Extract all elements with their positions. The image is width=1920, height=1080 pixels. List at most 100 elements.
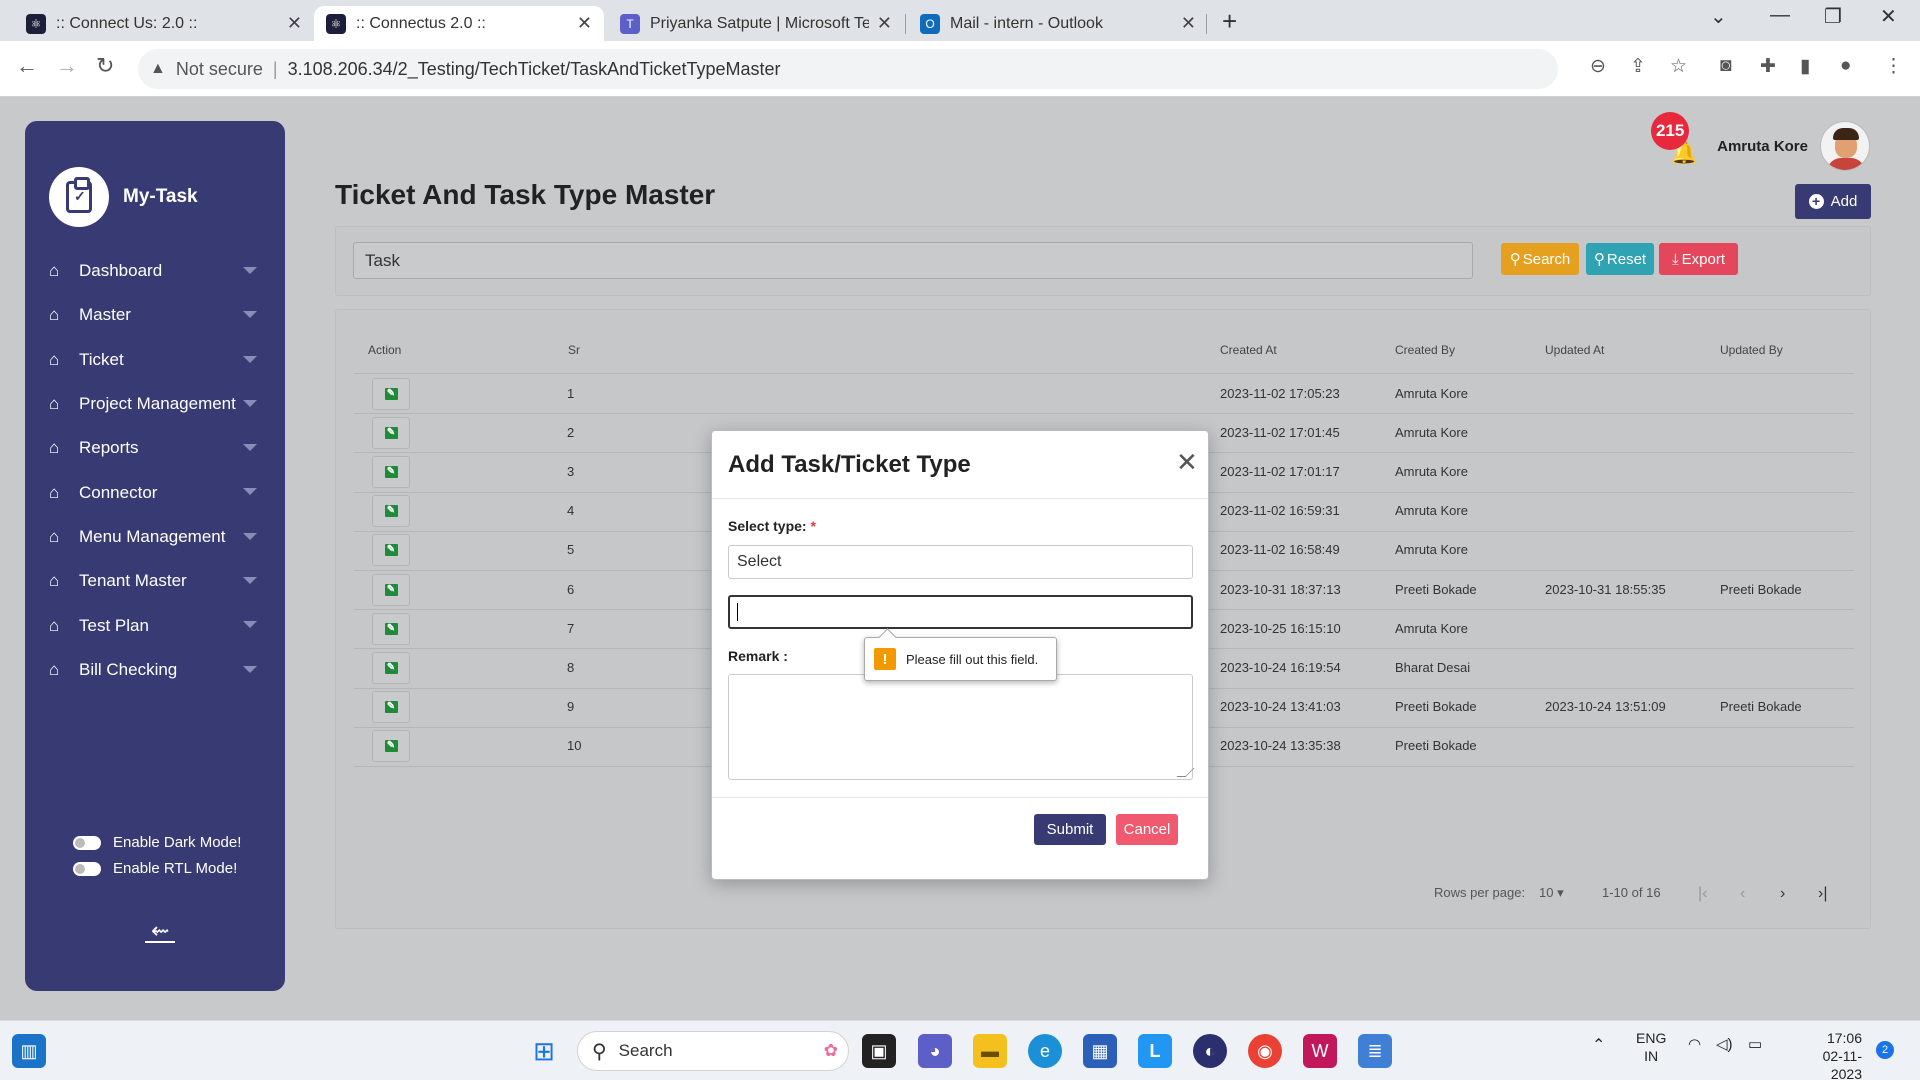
close-tab-icon[interactable]: ✕ [877, 13, 892, 34]
extension-mask-icon[interactable]: ◙ [1720, 55, 1731, 77]
close-window-icon[interactable]: ✕ [1880, 4, 1897, 29]
first-page-icon[interactable]: |‹ [1698, 885, 1707, 903]
column-header-sr[interactable]: Sr [568, 343, 580, 357]
submit-button[interactable]: Submit [1034, 814, 1106, 845]
clock[interactable]: 17:06 02-11-2023 [1792, 1029, 1862, 1080]
edit-button[interactable]: ✎ [372, 495, 410, 528]
edit-button[interactable]: ✎ [372, 534, 410, 567]
edit-button[interactable]: ✎ [372, 691, 410, 724]
url-bar[interactable]: ▲ Not secure | 3.108.206.34/2_Testing/Te… [138, 49, 1558, 89]
language-indicator[interactable]: ENG IN [1636, 1029, 1666, 1065]
wifi-icon[interactable]: ◠ [1688, 1035, 1701, 1053]
next-page-icon[interactable]: › [1780, 885, 1785, 903]
sidebar-item-ticket[interactable]: ⌂ Ticket [25, 338, 285, 382]
sidebar-item-menu-management[interactable]: ⌂ Menu Management [25, 515, 285, 559]
reload-icon[interactable]: ↻ [96, 53, 114, 79]
edit-button[interactable]: ✎ [372, 377, 410, 410]
type-name-input[interactable] [728, 595, 1193, 629]
eclipse-icon[interactable]: ◐ [1193, 1034, 1227, 1068]
collapse-sidebar-icon[interactable]: ⇜ [145, 920, 176, 943]
l-app-icon[interactable]: L [1138, 1034, 1172, 1068]
bookmark-star-icon[interactable]: ☆ [1670, 55, 1687, 78]
edit-button[interactable]: ✎ [372, 573, 410, 606]
brand[interactable]: My-Task [49, 167, 198, 227]
dark-mode-toggle[interactable] [73, 835, 101, 850]
prev-page-icon[interactable]: ‹ [1740, 885, 1745, 903]
store-icon[interactable]: ▦ [1083, 1034, 1117, 1068]
taskbar-search[interactable]: ⚲ Search ✿ [577, 1031, 849, 1071]
search-input[interactable]: Task [353, 242, 1473, 279]
chrome-icon[interactable]: ◉ [1248, 1034, 1282, 1068]
task-view-icon[interactable]: ▣ [862, 1034, 896, 1068]
extensions-puzzle-icon[interactable]: ✚ [1760, 55, 1776, 78]
minimize-icon[interactable]: — [1770, 4, 1790, 27]
cell-created-by: Preeti Bokade [1395, 581, 1477, 597]
tab-search-chevron-icon[interactable]: ⌄ [1710, 4, 1727, 29]
browser-tab[interactable]: O Mail - intern - Outlook ✕ [908, 6, 1208, 41]
rtl-mode-toggle[interactable] [73, 861, 101, 876]
dark-mode-label: Enable Dark Mode! [113, 834, 242, 851]
volume-icon[interactable]: ◁) [1716, 1035, 1733, 1053]
edge-icon[interactable]: e [1028, 1034, 1062, 1068]
sidebar-item-project-management[interactable]: ⌂ Project Management [25, 382, 285, 426]
wps-icon[interactable]: W [1303, 1034, 1337, 1068]
edit-button[interactable]: ✎ [372, 612, 410, 645]
sidebar-item-label: Dashboard [79, 261, 163, 281]
browser-tab[interactable]: ⚛ :: Connect Us: 2.0 :: ✕ [14, 6, 314, 41]
windows-start-icon[interactable]: ⊞ [527, 1034, 561, 1068]
file-explorer-icon[interactable]: ▬ [973, 1034, 1007, 1068]
notification-center-badge[interactable]: 2 [1876, 1041, 1894, 1059]
last-page-icon[interactable]: ›| [1818, 885, 1827, 903]
edit-button[interactable]: ✎ [372, 652, 410, 684]
column-header-updated-by[interactable]: Updated By [1720, 343, 1783, 357]
sidebar-item-dashboard[interactable]: ⌂ Dashboard [25, 249, 285, 293]
sidebar-item-master[interactable]: ⌂ Master [25, 293, 285, 337]
close-icon[interactable]: ✕ [1176, 449, 1198, 475]
sidebar-item-tenant-master[interactable]: ⌂ Tenant Master [25, 559, 285, 603]
reset-button[interactable]: ⚲ Reset [1586, 243, 1654, 275]
forward-icon[interactable]: → [56, 53, 78, 79]
restore-icon[interactable]: ❐ [1824, 4, 1842, 29]
browser-tab-active[interactable]: ⚛ :: Connectus 2.0 :: ✕ [314, 6, 604, 41]
notification-bell-icon[interactable]: 215 🔔 [1651, 112, 1699, 166]
sidebar-item-bill-checking[interactable]: ⌂ Bill Checking [25, 648, 285, 692]
notepad-icon[interactable]: ≣ [1358, 1034, 1392, 1068]
sidebar-item-reports[interactable]: ⌂ Reports [25, 426, 285, 470]
close-tab-icon[interactable]: ✕ [1181, 13, 1196, 34]
battery-icon[interactable]: ▭ [1748, 1035, 1762, 1053]
edit-button[interactable]: ✎ [372, 730, 410, 763]
chat-icon[interactable]: ◕ [918, 1034, 952, 1068]
share-icon[interactable]: ⇪ [1630, 55, 1646, 78]
column-header-updated-at[interactable]: Updated At [1545, 343, 1604, 357]
browser-tab[interactable]: T Priyanka Satpute | Microsoft Tea ✕ [608, 6, 904, 41]
side-panel-icon[interactable]: ▮ [1800, 55, 1810, 78]
filter-card: Task ⚲ Search ⚲ Reset ⤓ Export [335, 226, 1871, 296]
close-tab-icon[interactable]: ✕ [287, 13, 302, 34]
edit-button[interactable]: ✎ [372, 416, 410, 449]
back-icon[interactable]: ← [16, 53, 38, 79]
cancel-button[interactable]: Cancel [1116, 814, 1178, 845]
column-header-created-by[interactable]: Created By [1395, 343, 1455, 357]
rows-per-page-select[interactable]: 10 ▾ [1539, 885, 1564, 901]
browser-menu-icon[interactable]: ⋮ [1884, 55, 1903, 78]
zoom-icon[interactable]: ⊖ [1590, 55, 1606, 78]
new-tab-icon[interactable]: + [1222, 6, 1237, 37]
add-button[interactable]: + Add [1795, 184, 1871, 219]
edit-button[interactable]: ✎ [372, 456, 410, 488]
address-bar-row: ← → ↻ ▲ Not secure | 3.108.206.34/2_Test… [0, 41, 1920, 97]
profile-icon[interactable]: ● [1840, 55, 1851, 77]
remark-textarea[interactable] [728, 674, 1193, 780]
column-header-created-at[interactable]: Created At [1220, 343, 1277, 357]
sidebar-item-test-plan[interactable]: ⌂ Test Plan [25, 603, 285, 647]
user-name[interactable]: Amruta Kore [1717, 138, 1808, 155]
export-button[interactable]: ⤓ Export [1659, 243, 1738, 275]
tray-chevron-icon[interactable]: ⌃ [1592, 1035, 1605, 1055]
search-button[interactable]: ⚲ Search [1501, 243, 1579, 275]
close-tab-icon[interactable]: ✕ [577, 13, 592, 34]
avatar[interactable] [1820, 121, 1870, 171]
sidebar-item-connector[interactable]: ⌂ Connector [25, 470, 285, 514]
edit-icon: ✎ [384, 701, 398, 714]
cell-updated-at: 2023-10-31 18:55:35 [1545, 581, 1666, 597]
widgets-icon[interactable]: ▥ [12, 1034, 46, 1068]
type-select[interactable]: Select [728, 545, 1193, 579]
